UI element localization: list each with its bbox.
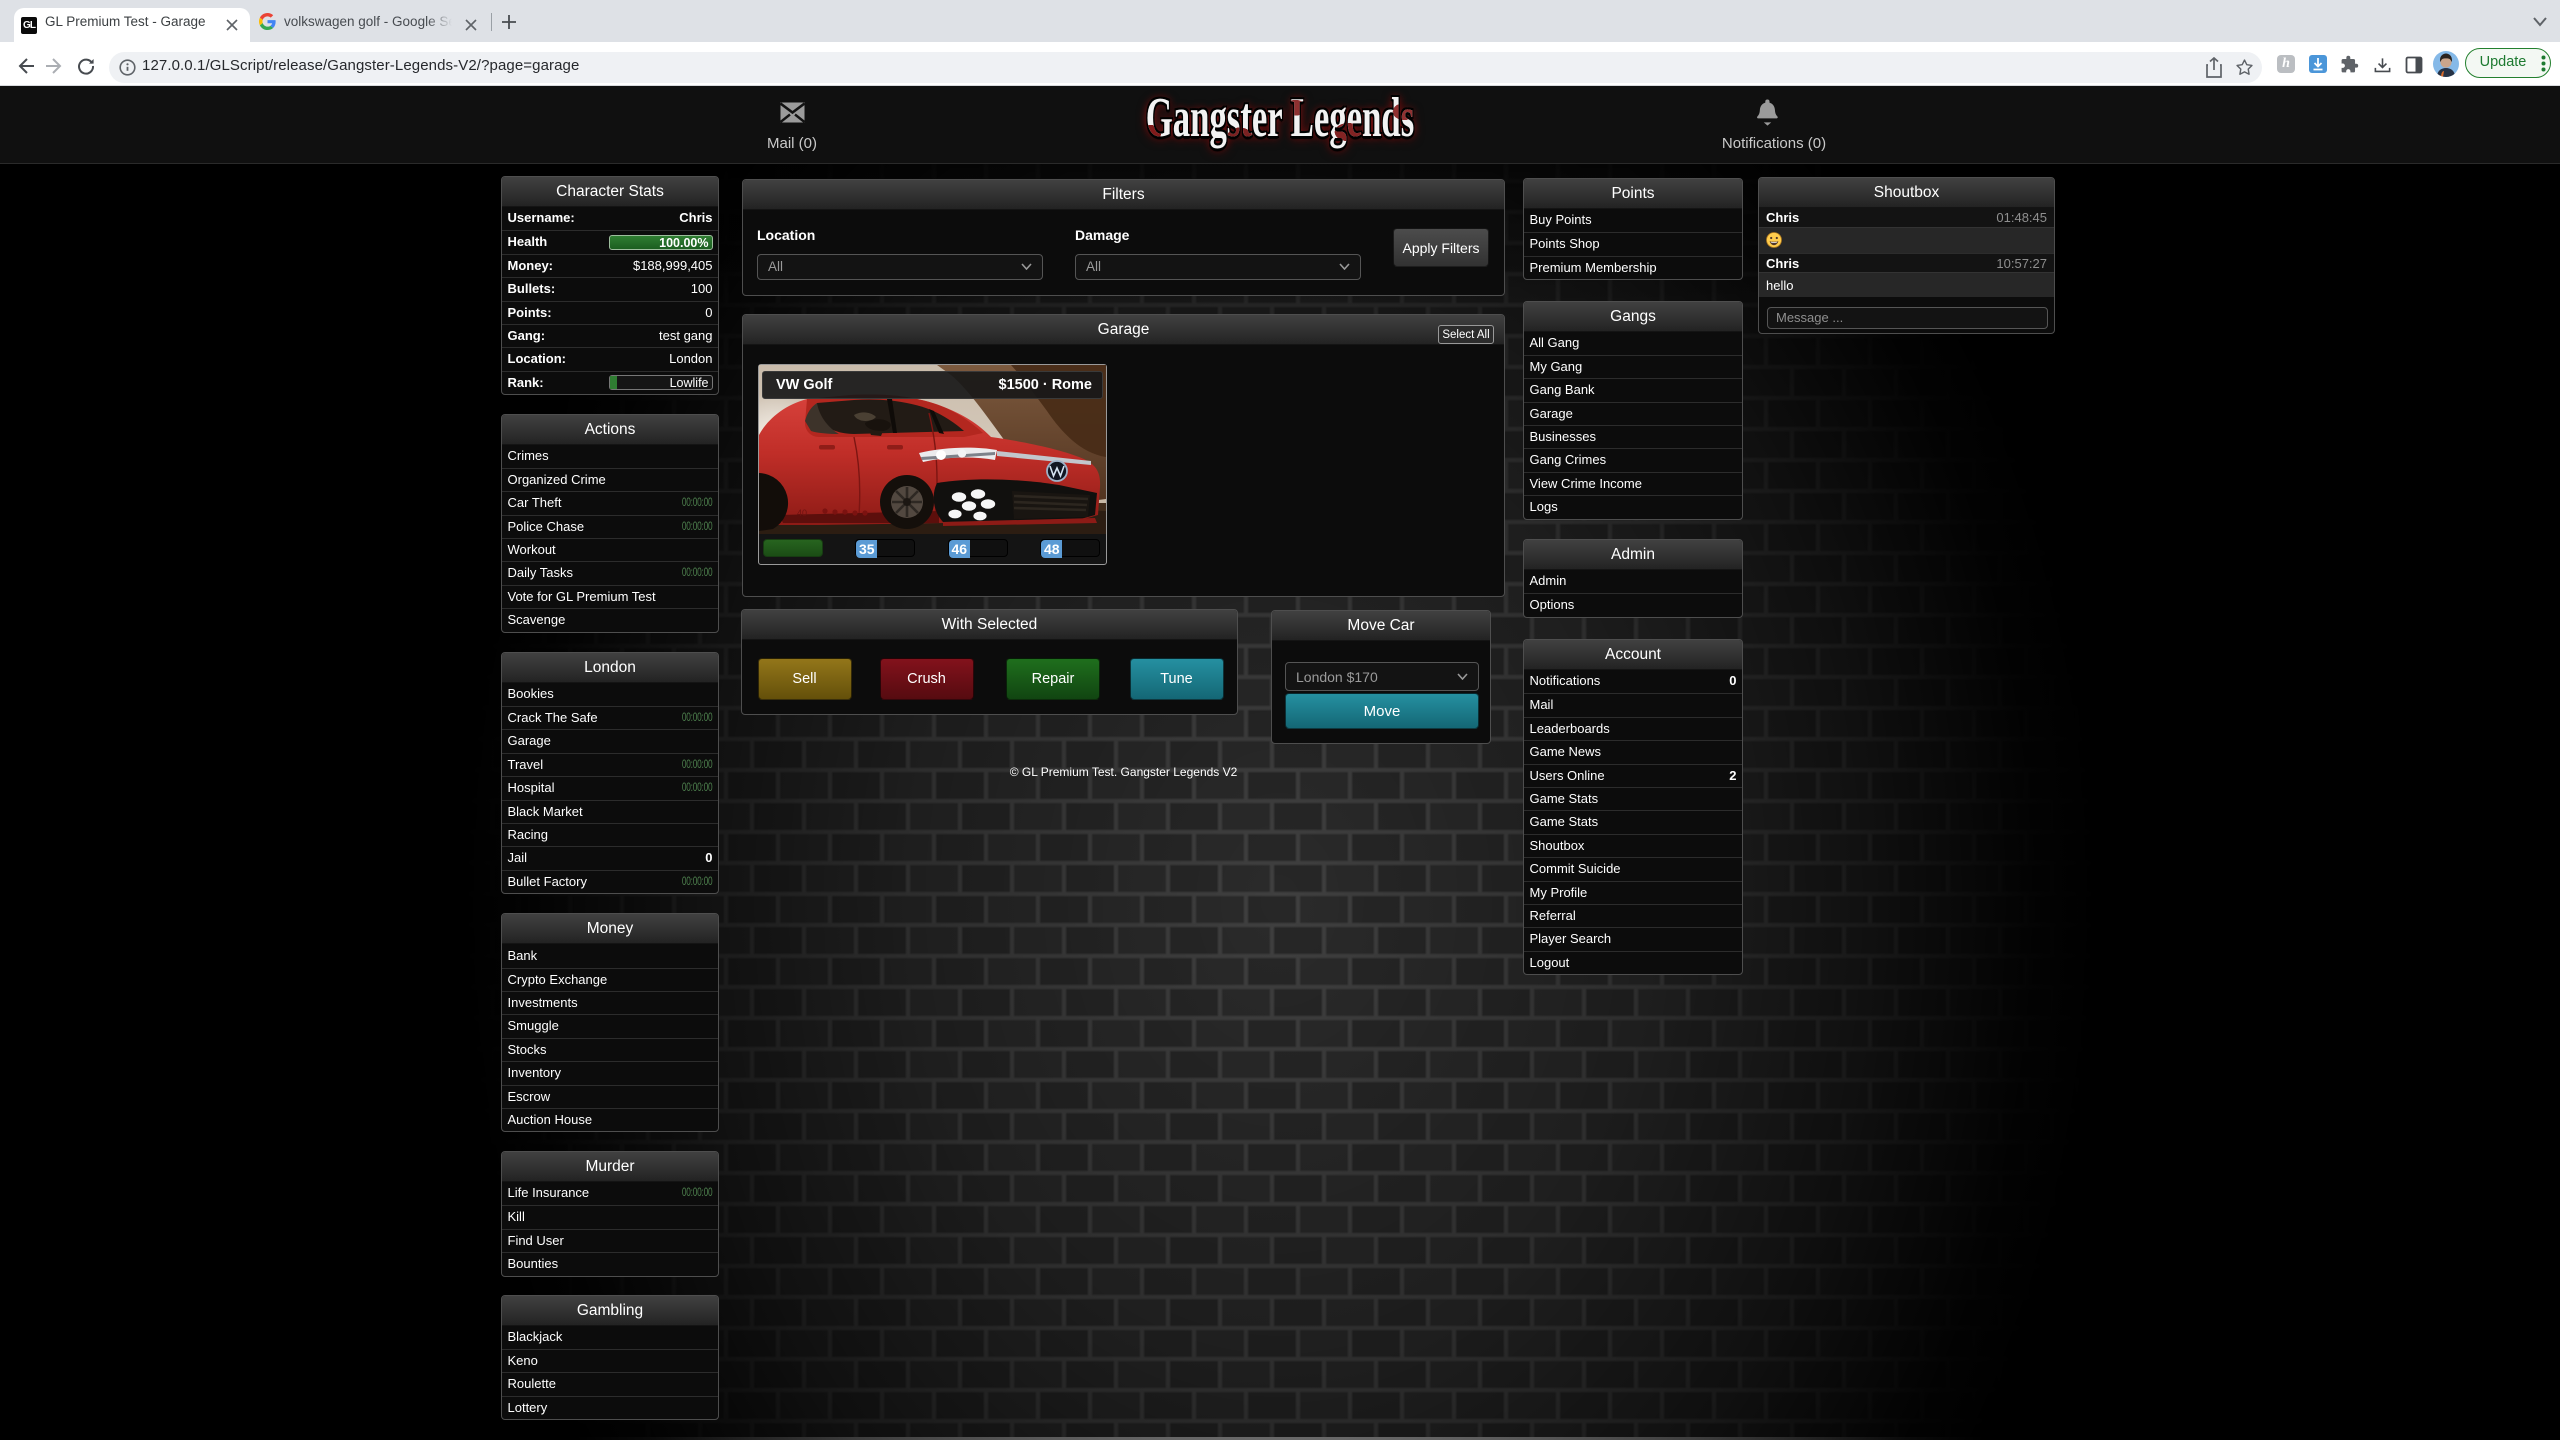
svg-text:40: 40: [797, 508, 807, 518]
